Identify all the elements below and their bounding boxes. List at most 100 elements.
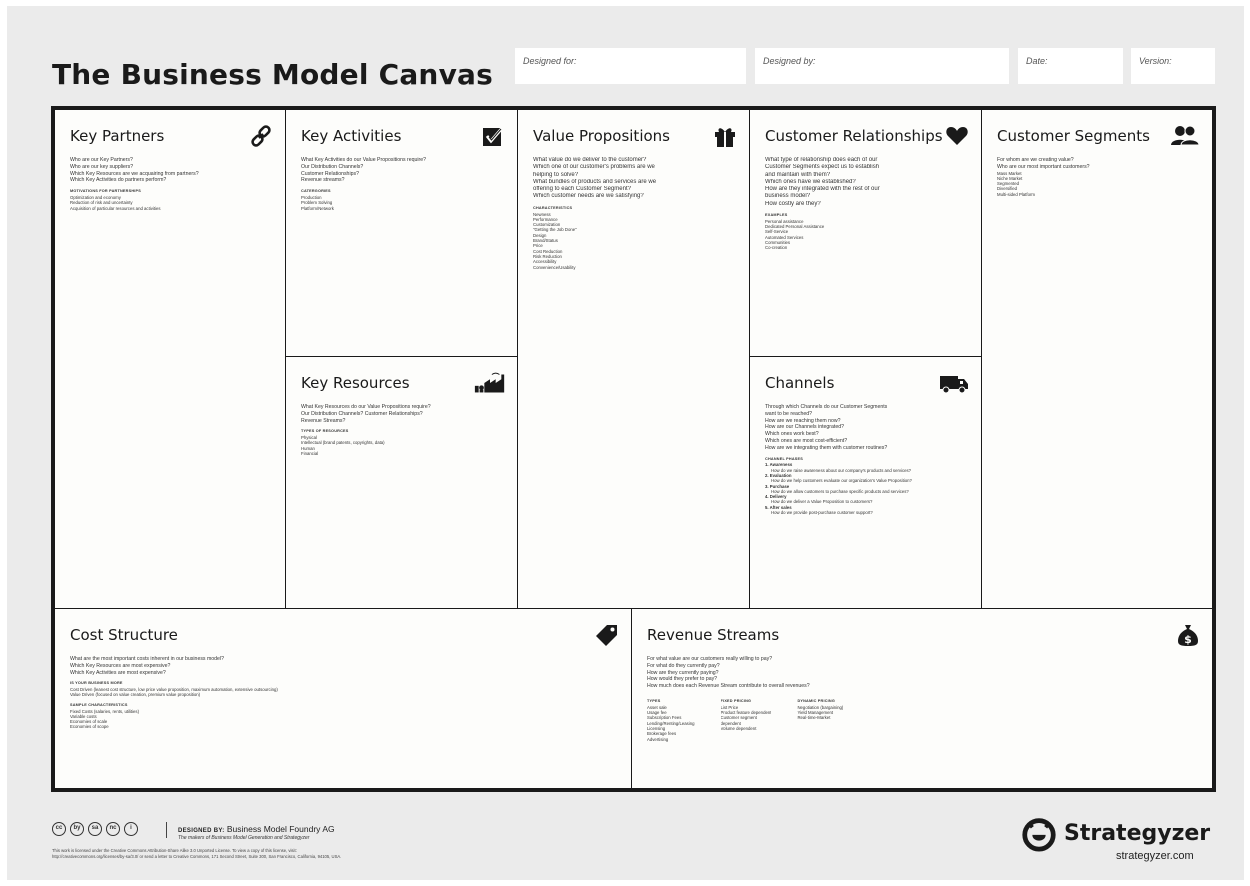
list-item: Real-time-Market xyxy=(797,715,831,721)
question-line: What Key Activities do our Value Proposi… xyxy=(301,157,427,163)
question-line: What Key Resources do our Value Proposit… xyxy=(301,404,431,410)
sub-heading: IS YOUR BUSINESS MORE xyxy=(70,681,123,686)
version-field[interactable]: Version: xyxy=(1131,48,1215,84)
customer-relationships-content: What type of relationship does each of o… xyxy=(765,157,971,251)
question-line: For whom are we creating value? xyxy=(997,157,1074,163)
link-icon xyxy=(251,125,271,147)
customer-segments-content: For whom are we creating value? Who are o… xyxy=(997,157,1202,197)
date-field[interactable]: Date: xyxy=(1018,48,1123,84)
question-line: For what do they currently pay? xyxy=(647,662,720,669)
question-line: Customer Relationships? xyxy=(301,170,359,177)
key-resources-title: Key Resources xyxy=(301,374,410,392)
question-line: Which Key Activities do partners perform… xyxy=(70,177,167,184)
sub-heading: MOTIVATIONS FOR PARTNERSHIPS xyxy=(70,189,141,194)
gift-icon xyxy=(715,128,735,147)
list-item: Platform/Network xyxy=(301,205,334,211)
designed-by-field[interactable]: Designed by: xyxy=(755,48,1009,84)
question-line: Revenue Streams? xyxy=(301,417,346,424)
cc-sa-icon: sa xyxy=(88,822,102,836)
value-propositions-content: What value do we deliver to the customer… xyxy=(533,157,739,270)
question-line: How are we integrating them with custome… xyxy=(765,444,888,451)
question-line: How are our Channels integrated? xyxy=(765,424,845,431)
strategyzer-url[interactable]: strategyzer.com xyxy=(1116,850,1194,862)
list-item: Financial xyxy=(301,451,319,457)
revenue-column: TYPES Asset sale Usage fee Subscription Fee… xyxy=(647,694,695,742)
business-model-canvas: Key Partners Who are our Key Partners? Wh… xyxy=(51,106,1216,792)
channels-content: Through which Channels do our Customer S… xyxy=(765,404,971,515)
question-line: offering to each Customer Segment? xyxy=(533,186,631,193)
question-line: Who are our key suppliers? xyxy=(70,163,134,170)
question-line: How are they integrated with the rest of… xyxy=(765,186,880,193)
list-item: Multi-sided Platform xyxy=(997,191,1035,197)
list-item: Convenience/Usability xyxy=(533,264,576,270)
key-activities-title: Key Activities xyxy=(301,127,402,145)
checkbox-icon xyxy=(483,126,505,146)
customer-relationships-title: Customer Relationships xyxy=(765,127,943,145)
people-icon xyxy=(1171,125,1200,146)
channels-title: Channels xyxy=(765,374,835,392)
strategyzer-logo-icon xyxy=(1022,818,1056,852)
list-item: Advertising xyxy=(647,736,669,742)
question-line: business model? xyxy=(765,193,811,200)
designed-by-credit-label: DESIGNED BY: xyxy=(178,828,225,834)
question-line: How are we reaching them now? xyxy=(765,417,841,424)
list-item: Acquisition of particular resources and … xyxy=(70,205,161,211)
question-line: How much does each Revenue Stream contri… xyxy=(647,683,810,690)
list-item: Economies of scope xyxy=(70,724,109,730)
license-line: http://creativecommons.org/licenses/by-s… xyxy=(52,854,342,859)
date-label: Date: xyxy=(1026,56,1048,66)
revenue-columns: TYPES Asset sale Usage fee Subscription Fee… xyxy=(647,694,1202,742)
revenue-streams-title: Revenue Streams xyxy=(647,626,780,644)
question-line: Which one of our customer's problems are… xyxy=(533,164,655,171)
question-line: What bundles of products and services ar… xyxy=(533,178,657,185)
cost-structure-block[interactable]: Cost Structure What are the most importa… xyxy=(54,608,632,789)
question-line: Which Key Resources are most expensive? xyxy=(70,662,171,669)
sub-heading: DYNAMIC PRICING xyxy=(797,698,836,703)
value-propositions-title: Value Propositions xyxy=(533,127,670,145)
factory-icon xyxy=(474,372,505,393)
makers-tagline: The makers of Business Model Generation … xyxy=(178,835,310,841)
cc-by-icon: by xyxy=(70,822,84,836)
question-line: Revenue streams? xyxy=(301,177,345,184)
sub-heading: TYPES OF RESOURCES xyxy=(301,429,349,434)
question-line: For what value are our customers really … xyxy=(647,656,773,662)
key-partners-block[interactable]: Key Partners Who are our Key Partners? Wh… xyxy=(54,109,286,609)
question-line: How are they currently paying? xyxy=(647,669,719,676)
cc-nc-icon: nc xyxy=(106,822,120,836)
svg-text:$: $ xyxy=(1184,633,1192,646)
license-text: This work is licensed under the Creative… xyxy=(52,848,341,860)
question-line: Through which Channels do our Customer S… xyxy=(765,404,888,410)
strategyzer-brand-name: Strategyzer xyxy=(1064,820,1211,846)
question-line: Our Distribution Channels? xyxy=(301,163,364,170)
cc-cc-icon: cc xyxy=(52,822,66,836)
revenue-streams-block[interactable]: Revenue Streams $ For what value are our… xyxy=(631,608,1213,789)
sub-heading: FIXED PRICING xyxy=(720,698,752,703)
customer-segments-title: Customer Segments xyxy=(997,127,1150,145)
key-activities-block[interactable]: Key Activities What Key Activities do ou… xyxy=(285,109,518,357)
designed-by-label: Designed by: xyxy=(763,56,816,66)
question-line: Who are our Key Partners? xyxy=(70,157,133,163)
customer-relationships-block[interactable]: Customer Relationships What type of rela… xyxy=(749,109,982,357)
question-line: What are the most important costs inhere… xyxy=(70,656,224,662)
designed-for-field[interactable]: Designed for: xyxy=(515,48,746,84)
channels-block[interactable]: Channels Through which Channels do our C… xyxy=(749,356,982,609)
sub-heading: CATERGORIES xyxy=(301,189,331,194)
key-activities-content: What Key Activities do our Value Proposi… xyxy=(301,157,507,211)
question-line: Which Key Activities are most expensive? xyxy=(70,669,166,676)
phase-detail: How do we provide post-purchase customer… xyxy=(771,510,873,516)
customer-segments-block[interactable]: Customer Segments For whom are we creati… xyxy=(981,109,1213,609)
truck-icon xyxy=(940,376,968,394)
strategyzer-logo[interactable]: Strategyzer xyxy=(1020,814,1210,852)
designed-by-credit-value: Business Model Foundry AG xyxy=(226,824,335,834)
list-item: Co-creation xyxy=(765,245,788,251)
key-resources-block[interactable]: Key Resources What Key Resources do our … xyxy=(285,356,518,609)
sub-heading: SAMPLE CHARACTERISTICS xyxy=(70,702,128,707)
value-propositions-block[interactable]: Value Propositions What value do we deli… xyxy=(517,109,750,609)
key-partners-title: Key Partners xyxy=(70,127,165,145)
question-line: Which ones have we established? xyxy=(765,178,856,185)
revenue-streams-content: For what value are our customers really … xyxy=(647,656,1202,742)
heart-icon xyxy=(946,127,968,145)
sub-heading: CHANNEL PHASES xyxy=(765,456,803,461)
revenue-column: DYNAMIC PRICING Negotiation (bargaining) Y… xyxy=(797,694,843,742)
question-line: Customer Segments expect us to establish xyxy=(765,164,880,171)
